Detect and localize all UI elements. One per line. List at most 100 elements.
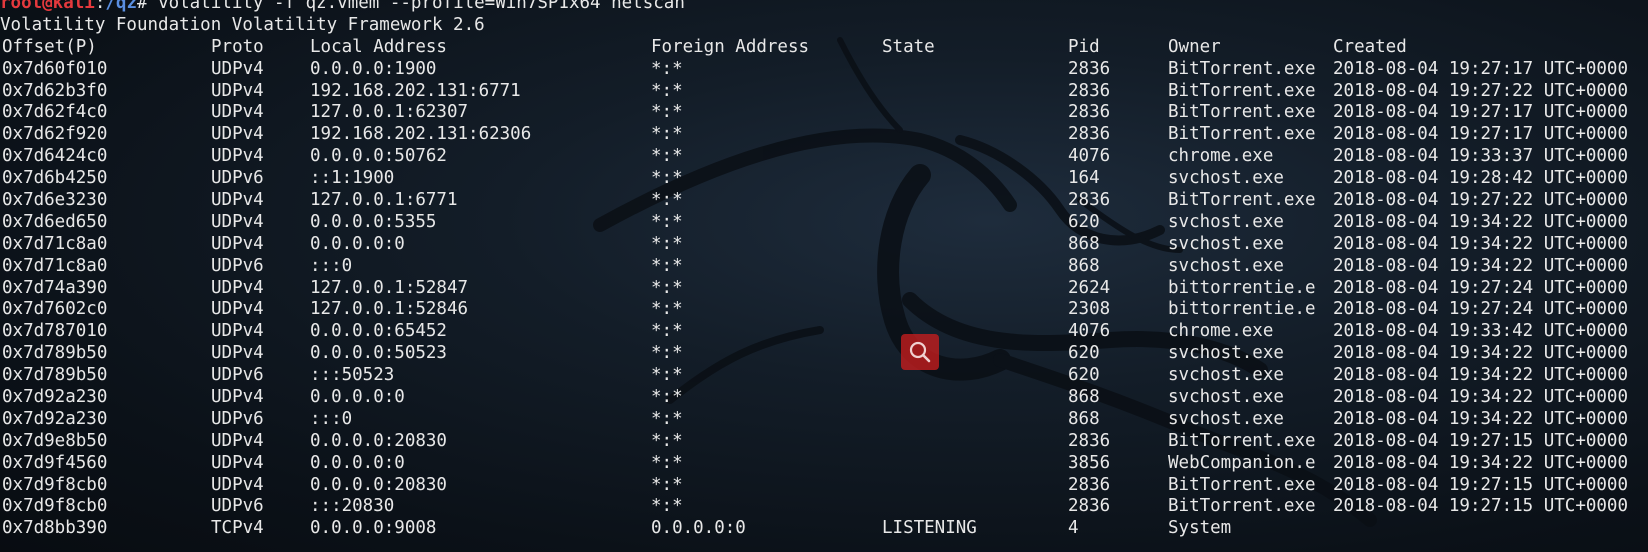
cell-pid: 4076: [1068, 146, 1111, 167]
cell-local-address: 0.0.0.0:50762: [310, 146, 447, 167]
cell-created: 2018-08-04 19:34:22 UTC+0000: [1333, 387, 1629, 408]
search-badge[interactable]: [901, 334, 939, 370]
banner-line: Volatility Foundation Volatility Framewo…: [0, 14, 485, 35]
table-row: 0x7d6b4250 UDPv6::1:1900 *:* 164 svchost.exe…: [0, 168, 1648, 190]
cell-proto: UDPv4: [211, 387, 264, 408]
search-icon: [909, 341, 931, 363]
table-row: 0x7d74a390 UDPv4 127.0.0.1:52847 *:* 2624 bit…: [0, 278, 1648, 300]
cell-proto: UDPv4: [211, 233, 264, 254]
cell-pid: 2836: [1068, 190, 1111, 211]
cell-offset: 0x7d9f8cb0: [2, 496, 108, 517]
cell-local-address: 127.0.0.1:52847: [310, 277, 469, 298]
table-row: 0x7d9f8cb0 UDPv6:::20830 *:* 2836 BitTorrent…: [0, 496, 1648, 518]
cell-owner: svchost.exe: [1168, 233, 1284, 254]
cell-owner: bittorrentie.e: [1168, 277, 1316, 298]
cell-foreign-address: *:*: [651, 255, 683, 276]
cell-offset: 0x7d9f8cb0: [2, 474, 108, 495]
cell-offset: 0x7d6424c0: [2, 146, 108, 167]
cell-owner: svchost.exe: [1168, 387, 1284, 408]
cell-pid: 620: [1068, 343, 1100, 364]
table-row: 0x7d62f4c0 UDPv4 127.0.0.1:62307 *:* 2836 Bit…: [0, 102, 1648, 124]
cell-pid: 164: [1068, 168, 1100, 189]
header-foreign-address: Foreign Address: [651, 36, 810, 57]
cell-local-address: :::50523: [310, 365, 395, 386]
cell-local-address: 0.0.0.0:0: [310, 233, 405, 254]
cell-pid: 868: [1068, 255, 1100, 276]
cell-offset: 0x7d8bb390: [2, 518, 108, 539]
prompt-colon: :: [94, 0, 106, 13]
header-created: Created: [1333, 36, 1407, 57]
cell-pid: 2836: [1068, 124, 1111, 145]
cell-owner: BitTorrent.exe: [1168, 124, 1316, 145]
header-proto: Proto: [211, 36, 264, 57]
cell-created: 2018-08-04 19:34:22 UTC+0000: [1333, 233, 1629, 254]
cell-offset: 0x7d92a230: [2, 387, 108, 408]
cell-offset: 0x7d71c8a0: [2, 233, 108, 254]
prompt-user: root@kali: [0, 0, 95, 13]
cell-local-address: ::1:1900: [310, 168, 395, 189]
cell-created: 2018-08-04 19:27:17 UTC+0000: [1333, 124, 1629, 145]
cell-offset: 0x7d7602c0: [2, 299, 108, 320]
cell-local-address: 0.0.0.0:50523: [310, 343, 447, 364]
cell-owner: svchost.exe: [1168, 211, 1284, 232]
cell-pid: 2624: [1068, 277, 1111, 298]
cell-local-address: :::0: [310, 408, 353, 429]
cell-proto: UDPv4: [211, 474, 264, 495]
cell-offset: 0x7d789b50: [2, 365, 108, 386]
cell-local-address: 192.168.202.131:62306: [310, 124, 532, 145]
cell-proto: UDPv4: [211, 430, 264, 451]
cell-foreign-address: *:*: [651, 124, 683, 145]
cell-foreign-address: 0.0.0.0:0: [651, 518, 746, 539]
cell-pid: 4076: [1068, 321, 1111, 342]
command-text: volatility -f qz.vmem --profile=Win7SP1x…: [158, 0, 685, 13]
cell-owner: BitTorrent.exe: [1168, 190, 1316, 211]
cell-pid: 2836: [1068, 474, 1111, 495]
cell-local-address: 0.0.0.0:5355: [310, 211, 437, 232]
cell-created: 2018-08-04 19:33:37 UTC+0000: [1333, 146, 1629, 167]
header-pid: Pid: [1068, 36, 1100, 57]
cell-foreign-address: *:*: [651, 233, 683, 254]
table-row: 0x7d9e8b50 UDPv4 0.0.0.0:20830 *:* 2836 BitTo…: [0, 431, 1648, 453]
header-offset: Offset(P): [2, 36, 97, 57]
cell-created: 2018-08-04 19:34:22 UTC+0000: [1333, 211, 1629, 232]
cell-owner: BitTorrent.exe: [1168, 496, 1316, 517]
cell-foreign-address: *:*: [651, 365, 683, 386]
cell-pid: 620: [1068, 211, 1100, 232]
table-row: 0x7d789b50 UDPv6:::50523 *:* 620 svchost.exe…: [0, 365, 1648, 387]
table-rows: 0x7d60f010 UDPv4 0.0.0.0:1900 *:* 2836 BitTor…: [0, 59, 1648, 541]
cell-local-address: 0.0.0.0:20830: [310, 430, 447, 451]
cell-proto: UDPv4: [211, 321, 264, 342]
cell-proto: UDPv4: [211, 277, 264, 298]
cell-pid: 868: [1068, 408, 1100, 429]
cell-proto: UDPv4: [211, 124, 264, 145]
cell-owner: BitTorrent.exe: [1168, 474, 1316, 495]
cell-offset: 0x7d6e3230: [2, 190, 108, 211]
table-row: 0x7d60f010 UDPv4 0.0.0.0:1900 *:* 2836 BitTor…: [0, 59, 1648, 81]
cell-foreign-address: *:*: [651, 496, 683, 517]
cell-owner: chrome.exe: [1168, 321, 1274, 342]
cell-created: 2018-08-04 19:28:42 UTC+0000: [1333, 168, 1629, 189]
cell-foreign-address: *:*: [651, 80, 683, 101]
cell-owner: BitTorrent.exe: [1168, 80, 1316, 101]
cell-local-address: 192.168.202.131:6771: [310, 80, 521, 101]
cell-local-address: 0.0.0.0:20830: [310, 474, 447, 495]
cell-offset: 0x7d62f4c0: [2, 102, 108, 123]
header-state: State: [882, 36, 935, 57]
cell-foreign-address: *:*: [651, 474, 683, 495]
table-row: 0x7d62f920 UDPv4 192.168.202.131:62306 *:* 2…: [0, 124, 1648, 146]
cell-local-address: 127.0.0.1:6771: [310, 190, 458, 211]
cell-created: 2018-08-04 19:33:42 UTC+0000: [1333, 321, 1629, 342]
cell-foreign-address: *:*: [651, 277, 683, 298]
prompt-path: /qz: [105, 0, 137, 13]
cell-proto: UDPv4: [211, 80, 264, 101]
cell-offset: 0x7d6b4250: [2, 168, 108, 189]
cell-owner: System: [1168, 518, 1232, 539]
terminal-output[interactable]: root@kali:/qz# volatility -f qz.vmem --p…: [0, 0, 1648, 540]
cell-local-address: 0.0.0.0:65452: [310, 321, 447, 342]
cell-proto: UDPv6: [211, 496, 264, 517]
cell-proto: UDPv4: [211, 299, 264, 320]
cell-pid: 2836: [1068, 80, 1111, 101]
cell-offset: 0x7d62f920: [2, 124, 108, 145]
cell-owner: chrome.exe: [1168, 146, 1274, 167]
cell-proto: UDPv6: [211, 168, 264, 189]
